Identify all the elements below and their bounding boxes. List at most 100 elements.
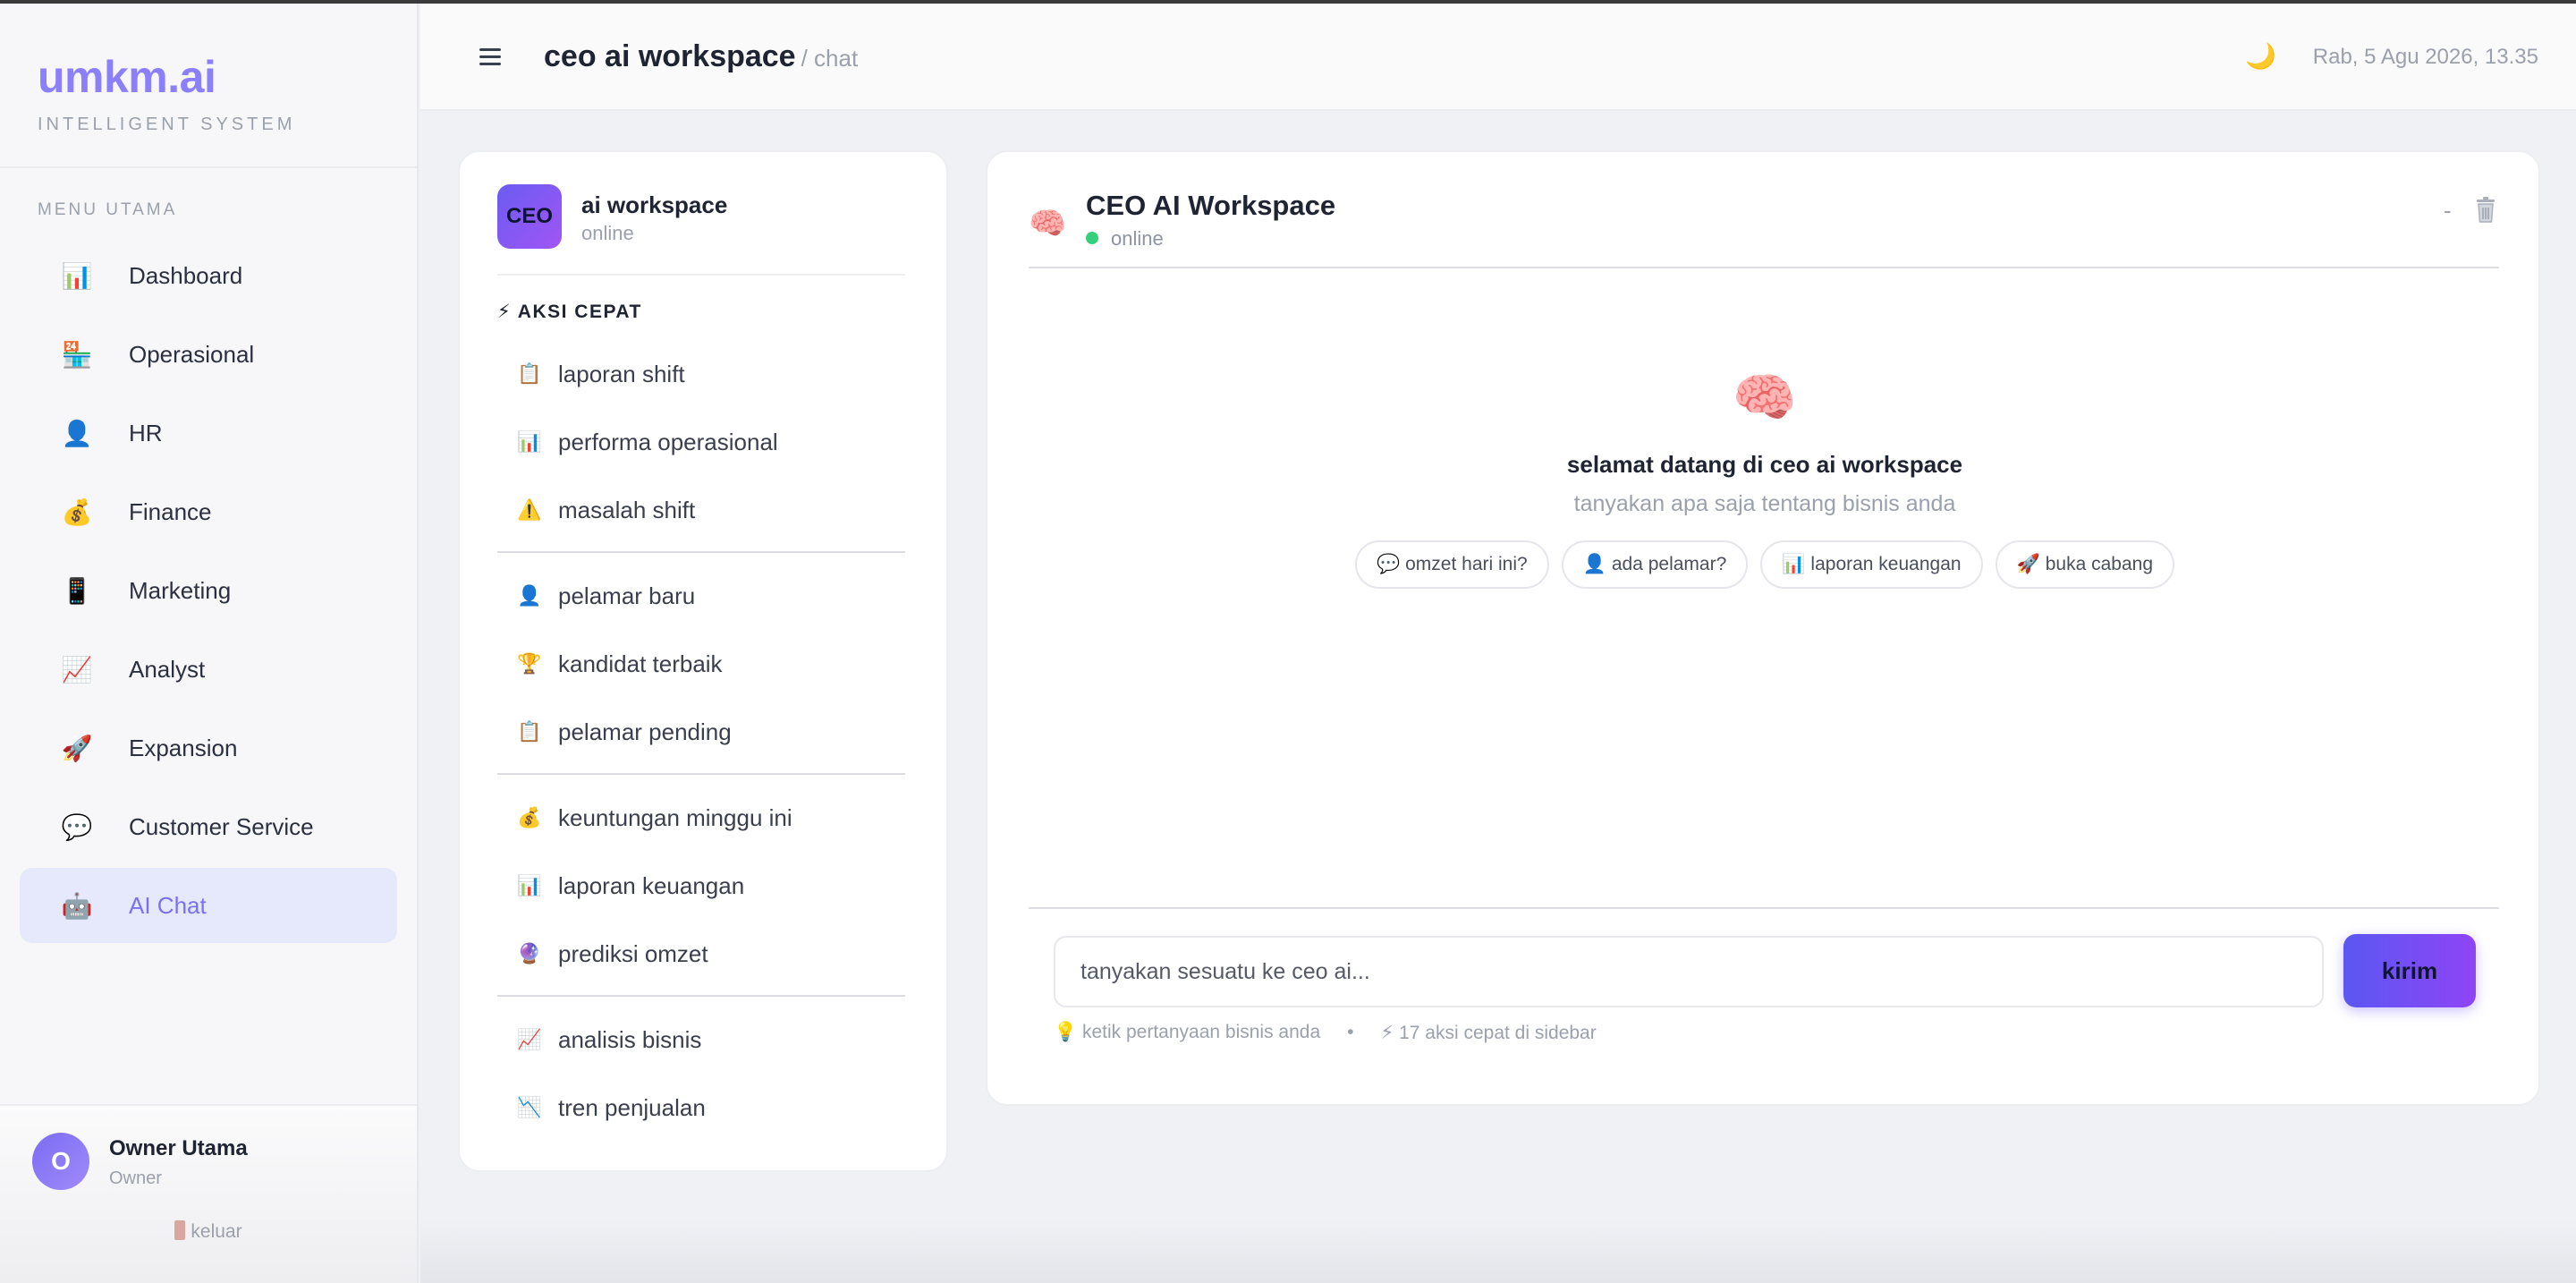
- sidebar-item-label: Expansion: [129, 734, 238, 761]
- suggestion-chips: 💬 omzet hari ini? 👤 ada pelamar? 📊 laporan ke…: [987, 540, 2542, 589]
- brand-subtitle: INTELLIGENT SYSTEM: [38, 115, 296, 134]
- sidebar-menu: 📊 Dashboard 🏪 Operasional 👤 HR 💰 Finance 📱 Market…: [0, 238, 417, 943]
- logout-label: keluar: [191, 1221, 242, 1242]
- sidebar-item-label: Dashboard: [129, 261, 243, 289]
- chat-status-label: online: [1111, 227, 1164, 250]
- store-icon: 🏪: [61, 340, 93, 369]
- quick-action-kandidat-terbaik[interactable]: 🏆 kandidat terbaik: [497, 630, 905, 698]
- suggestion-chip[interactable]: 💬 omzet hari ini?: [1354, 540, 1549, 589]
- sidebar-item-label: HR: [129, 419, 163, 446]
- moon-icon[interactable]: 🌙: [2245, 41, 2276, 71]
- sidebar-item-operasional[interactable]: 🏪 Operasional: [20, 317, 397, 392]
- quick-action-icon: 🔮: [517, 942, 542, 964]
- quick-action-laporan-keuangan[interactable]: 📊 laporan keuangan: [497, 852, 905, 920]
- user-role: Owner: [109, 1168, 162, 1188]
- quick-action-analisis-bisnis[interactable]: 📈 analisis bisnis: [497, 1006, 905, 1074]
- chip-icon: 📊: [1782, 554, 1806, 574]
- avatar[interactable]: O: [32, 1133, 89, 1190]
- hint-separator: •: [1347, 1022, 1354, 1042]
- quick-action-laporan-shift[interactable]: 📋 laporan shift: [497, 340, 905, 408]
- sidebar-item-label: AI Chat: [129, 891, 207, 919]
- door-icon: [174, 1220, 186, 1240]
- ceo-badge: CEO: [497, 184, 562, 249]
- workspace-status: online: [581, 222, 634, 244]
- brand: umkm.ai INTELLIGENT SYSTEM: [0, 4, 417, 168]
- quick-action-performa-operasional[interactable]: 📊 performa operasional: [497, 408, 905, 476]
- sidebar-item-dashboard[interactable]: 📊 Dashboard: [20, 238, 397, 313]
- quick-action-label: laporan shift: [558, 360, 685, 387]
- welcome-block: 🧠 selamat datang di ceo ai workspace tan…: [987, 367, 2542, 589]
- minimize-button[interactable]: -: [2444, 197, 2452, 225]
- chip-label: ada pelamar?: [1611, 554, 1727, 574]
- suggestion-chip[interactable]: 👤 ada pelamar?: [1561, 540, 1749, 589]
- trash-icon[interactable]: [2474, 197, 2497, 224]
- sidebar-item-ai-chat[interactable]: 🤖 AI Chat: [20, 868, 397, 943]
- quick-action-label: keuntungan minggu ini: [558, 803, 792, 831]
- chip-icon: 👤: [1582, 554, 1606, 574]
- breadcrumb: / chat: [801, 45, 859, 72]
- chip-label: laporan keuangan: [1810, 554, 1962, 574]
- hamburger-menu-icon[interactable]: [479, 48, 501, 66]
- quick-action-label: laporan keuangan: [558, 871, 745, 899]
- sidebar-item-label: Customer Service: [129, 812, 314, 840]
- send-button[interactable]: kirim: [2343, 934, 2476, 1007]
- quick-action-pelamar-baru[interactable]: 👤 pelamar baru: [497, 562, 905, 630]
- quick-action-prediksi-omzet[interactable]: 🔮 prediksi omzet: [497, 920, 905, 988]
- quick-action-icon: 📉: [517, 1096, 542, 1118]
- chip-label: omzet hari ini?: [1405, 554, 1528, 574]
- input-hints: 💡 ketik pertanyaan bisnis anda • ⚡ 17 ak…: [1054, 1022, 1597, 1044]
- brand-logo[interactable]: umkm.ai: [38, 50, 417, 104]
- top-header: ceo ai workspace / chat 🌙 Rab, 5 Agu 2026…: [420, 4, 2576, 111]
- quick-action-icon: 📋: [517, 362, 542, 385]
- chip-icon: 🚀: [2016, 554, 2040, 574]
- phone-icon: 📱: [61, 576, 93, 605]
- welcome-subtitle: tanyakan apa saja tentang bisnis anda: [1573, 491, 1956, 516]
- quick-actions-divider: [497, 551, 905, 553]
- quick-action-tren-penjualan[interactable]: 📉 tren penjualan: [497, 1074, 905, 1142]
- quick-action-icon: 📋: [517, 720, 542, 743]
- robot-icon: 🤖: [61, 891, 93, 920]
- quick-action-masalah-shift[interactable]: ⚠️ masalah shift: [497, 476, 905, 544]
- user-name: Owner Utama: [109, 1136, 248, 1160]
- quick-action-icon: 📊: [517, 430, 542, 453]
- page-title-text: ceo ai workspace: [544, 39, 796, 73]
- user-icon: 👤: [61, 419, 93, 447]
- sidebar-item-label: Analyst: [129, 655, 206, 683]
- sidebar-item-hr[interactable]: 👤 HR: [20, 395, 397, 471]
- sidebar-item-analyst[interactable]: 📈 Analyst: [20, 632, 397, 707]
- suggestion-chip[interactable]: 🚀 buka cabang: [1995, 540, 2175, 589]
- quick-action-icon: 📈: [517, 1028, 542, 1050]
- hint-quick-actions: ⚡ 17 aksi cepat di sidebar: [1380, 1023, 1597, 1043]
- quick-action-icon: 💰: [517, 806, 542, 828]
- brain-icon: 🧠: [1029, 207, 1067, 241]
- quick-action-keuntungan-minggu-ini[interactable]: 💰 keuntungan minggu ini: [497, 784, 905, 852]
- sidebar: umkm.ai INTELLIGENT SYSTEM MENU UTAMA 📊 D…: [0, 4, 419, 1283]
- quick-actions-panel: CEO ai workspace online ⚡ AKSI CEPAT 📋 la…: [458, 150, 948, 1172]
- sidebar-item-finance[interactable]: 💰 Finance: [20, 474, 397, 549]
- chip-label: buka cabang: [2045, 554, 2154, 574]
- brain-large-icon: 🧠: [1732, 369, 1798, 427]
- quick-action-label: prediksi omzet: [558, 939, 708, 967]
- quick-action-label: kandidat terbaik: [558, 650, 723, 677]
- chat-title: CEO AI Workspace: [1086, 190, 1336, 221]
- chat-input[interactable]: [1054, 936, 2324, 1007]
- suggestion-chip[interactable]: 📊 laporan keuangan: [1760, 540, 1983, 589]
- divider: [1029, 907, 2499, 909]
- quick-action-label: pelamar pending: [558, 718, 732, 745]
- datetime-display: Rab, 5 Agu 2026, 13.35: [2312, 45, 2538, 69]
- hint-typing: 💡 ketik pertanyaan bisnis anda: [1054, 1022, 1321, 1042]
- quick-action-label: pelamar baru: [558, 582, 696, 609]
- quick-action-label: tren penjualan: [558, 1093, 706, 1121]
- sidebar-item-marketing[interactable]: 📱 Marketing: [20, 553, 397, 628]
- chat-header: 🧠 CEO AI Workspace online -: [1029, 188, 2499, 268]
- quick-action-pelamar-pending[interactable]: 📋 pelamar pending: [497, 698, 905, 766]
- menu-section-title: MENU UTAMA: [38, 200, 178, 219]
- logout-button[interactable]: keluar: [0, 1220, 417, 1243]
- bar-chart-icon: 📊: [61, 261, 93, 290]
- sidebar-item-expansion[interactable]: 🚀 Expansion: [20, 710, 397, 786]
- quick-action-label: analisis bisnis: [558, 1025, 702, 1053]
- chat-status: online: [1086, 227, 1164, 251]
- sidebar-item-customer-service[interactable]: 💬 Customer Service: [20, 789, 397, 864]
- user-profile: O Owner Utama Owner keluar: [0, 1104, 417, 1283]
- quick-actions-divider: [497, 995, 905, 997]
